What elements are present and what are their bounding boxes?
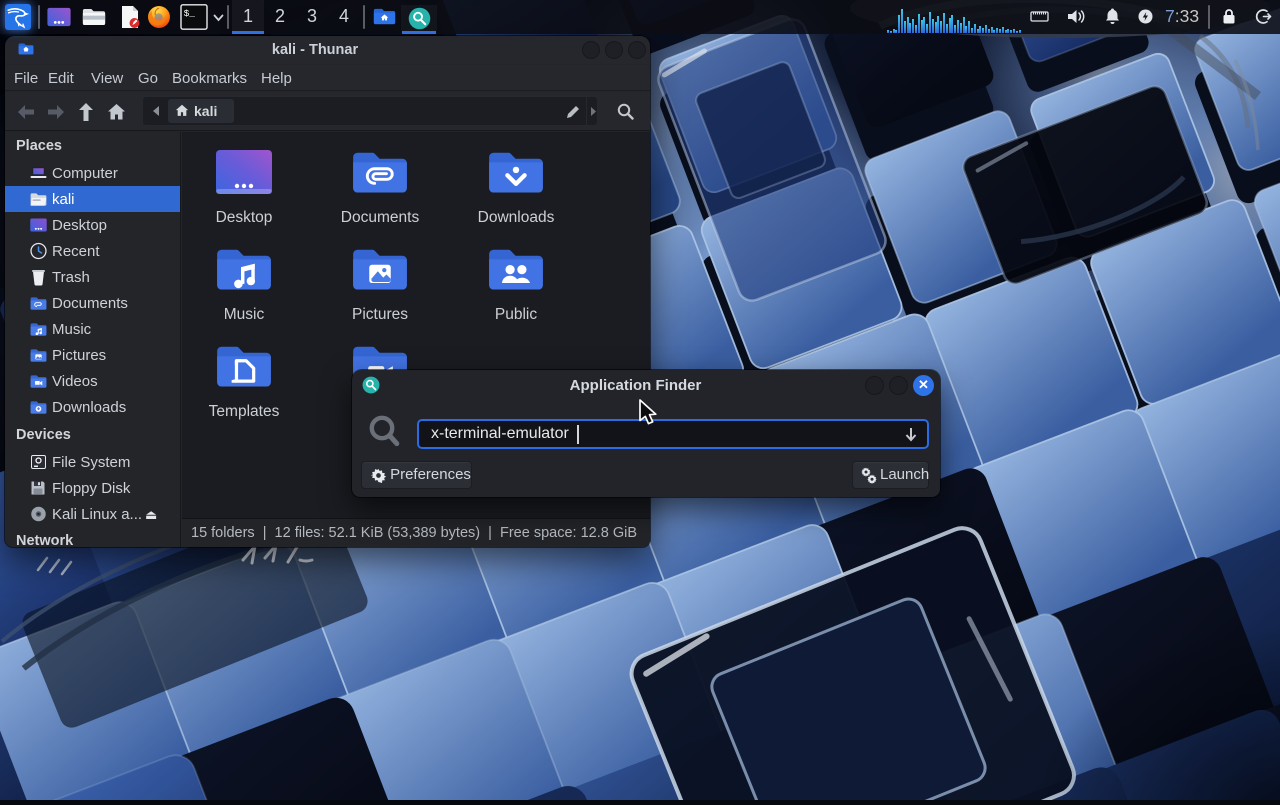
svg-text:$_: $_ bbox=[184, 8, 196, 19]
